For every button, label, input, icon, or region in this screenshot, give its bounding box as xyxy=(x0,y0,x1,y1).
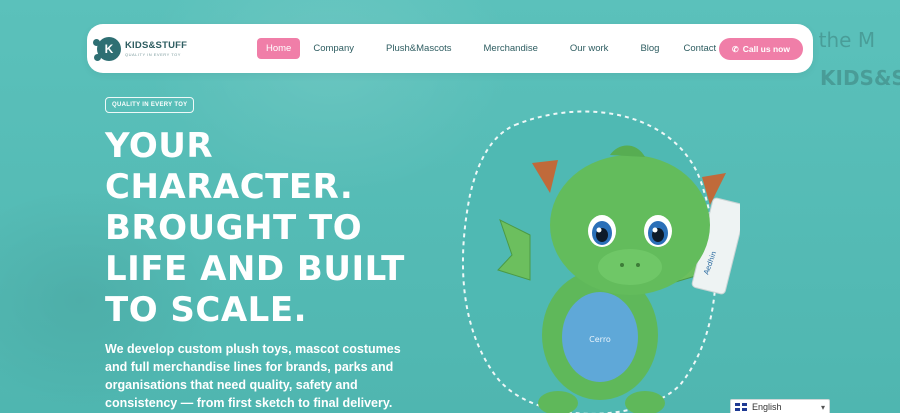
logo-name: KIDS&STUFF xyxy=(125,40,188,52)
call-us-button[interactable]: ✆ Call us now xyxy=(719,38,803,60)
logo-mark-icon: K xyxy=(93,37,121,61)
top-navigation-bar: K KIDS&STUFF QUALITY IN EVERY TOY Home C… xyxy=(87,24,813,73)
nav-item-company[interactable]: Company xyxy=(304,38,363,59)
quality-badge: QUALITY IN EVERY TOY xyxy=(105,97,195,113)
headline-line: YOUR xyxy=(105,126,214,166)
logo-tagline: QUALITY IN EVERY TOY xyxy=(125,51,181,57)
headline-line: LIFE AND BUILT xyxy=(105,249,405,289)
dragon-snout xyxy=(598,249,662,285)
dragon-plush-illustration: Aedhin Cerro xyxy=(462,110,747,413)
background-text-line-2: KIDS&S xyxy=(820,66,900,90)
call-us-label: Call us now xyxy=(742,44,790,54)
nav-item-merchandise[interactable]: Merchandise xyxy=(475,38,547,59)
main-menu: Home Company Plush&Mascots Merchandise O… xyxy=(257,37,731,60)
headline-line: BROUGHT TO xyxy=(105,208,363,248)
nav-item-contact[interactable]: Contact xyxy=(674,38,725,59)
hero-headline: YOUR CHARACTER. BROUGHT TO LIFE AND BUIL… xyxy=(105,126,435,331)
product-image-dragon-plush: Aedhin Cerro xyxy=(440,105,747,413)
brand-logo[interactable]: K KIDS&STUFF QUALITY IN EVERY TOY xyxy=(93,36,197,62)
nav-item-blog[interactable]: Blog xyxy=(631,38,668,59)
language-selector[interactable]: English ▾ xyxy=(730,399,830,413)
language-value: English xyxy=(752,402,782,412)
phone-icon: ✆ xyxy=(732,44,739,54)
chevron-down-icon: ▾ xyxy=(820,402,825,412)
hero-description: We develop custom plush toys, mascot cos… xyxy=(105,342,401,410)
uk-flag-icon xyxy=(735,403,747,411)
nav-item-our-work[interactable]: Our work xyxy=(561,38,618,59)
nav-item-plush-mascots[interactable]: Plush&Mascots xyxy=(377,38,460,59)
dragon-belly-text: Cerro xyxy=(589,335,611,344)
headline-line: CHARACTER. xyxy=(105,167,354,207)
headline-line: TO SCALE. xyxy=(105,290,307,330)
nav-item-home[interactable]: Home xyxy=(257,38,301,59)
